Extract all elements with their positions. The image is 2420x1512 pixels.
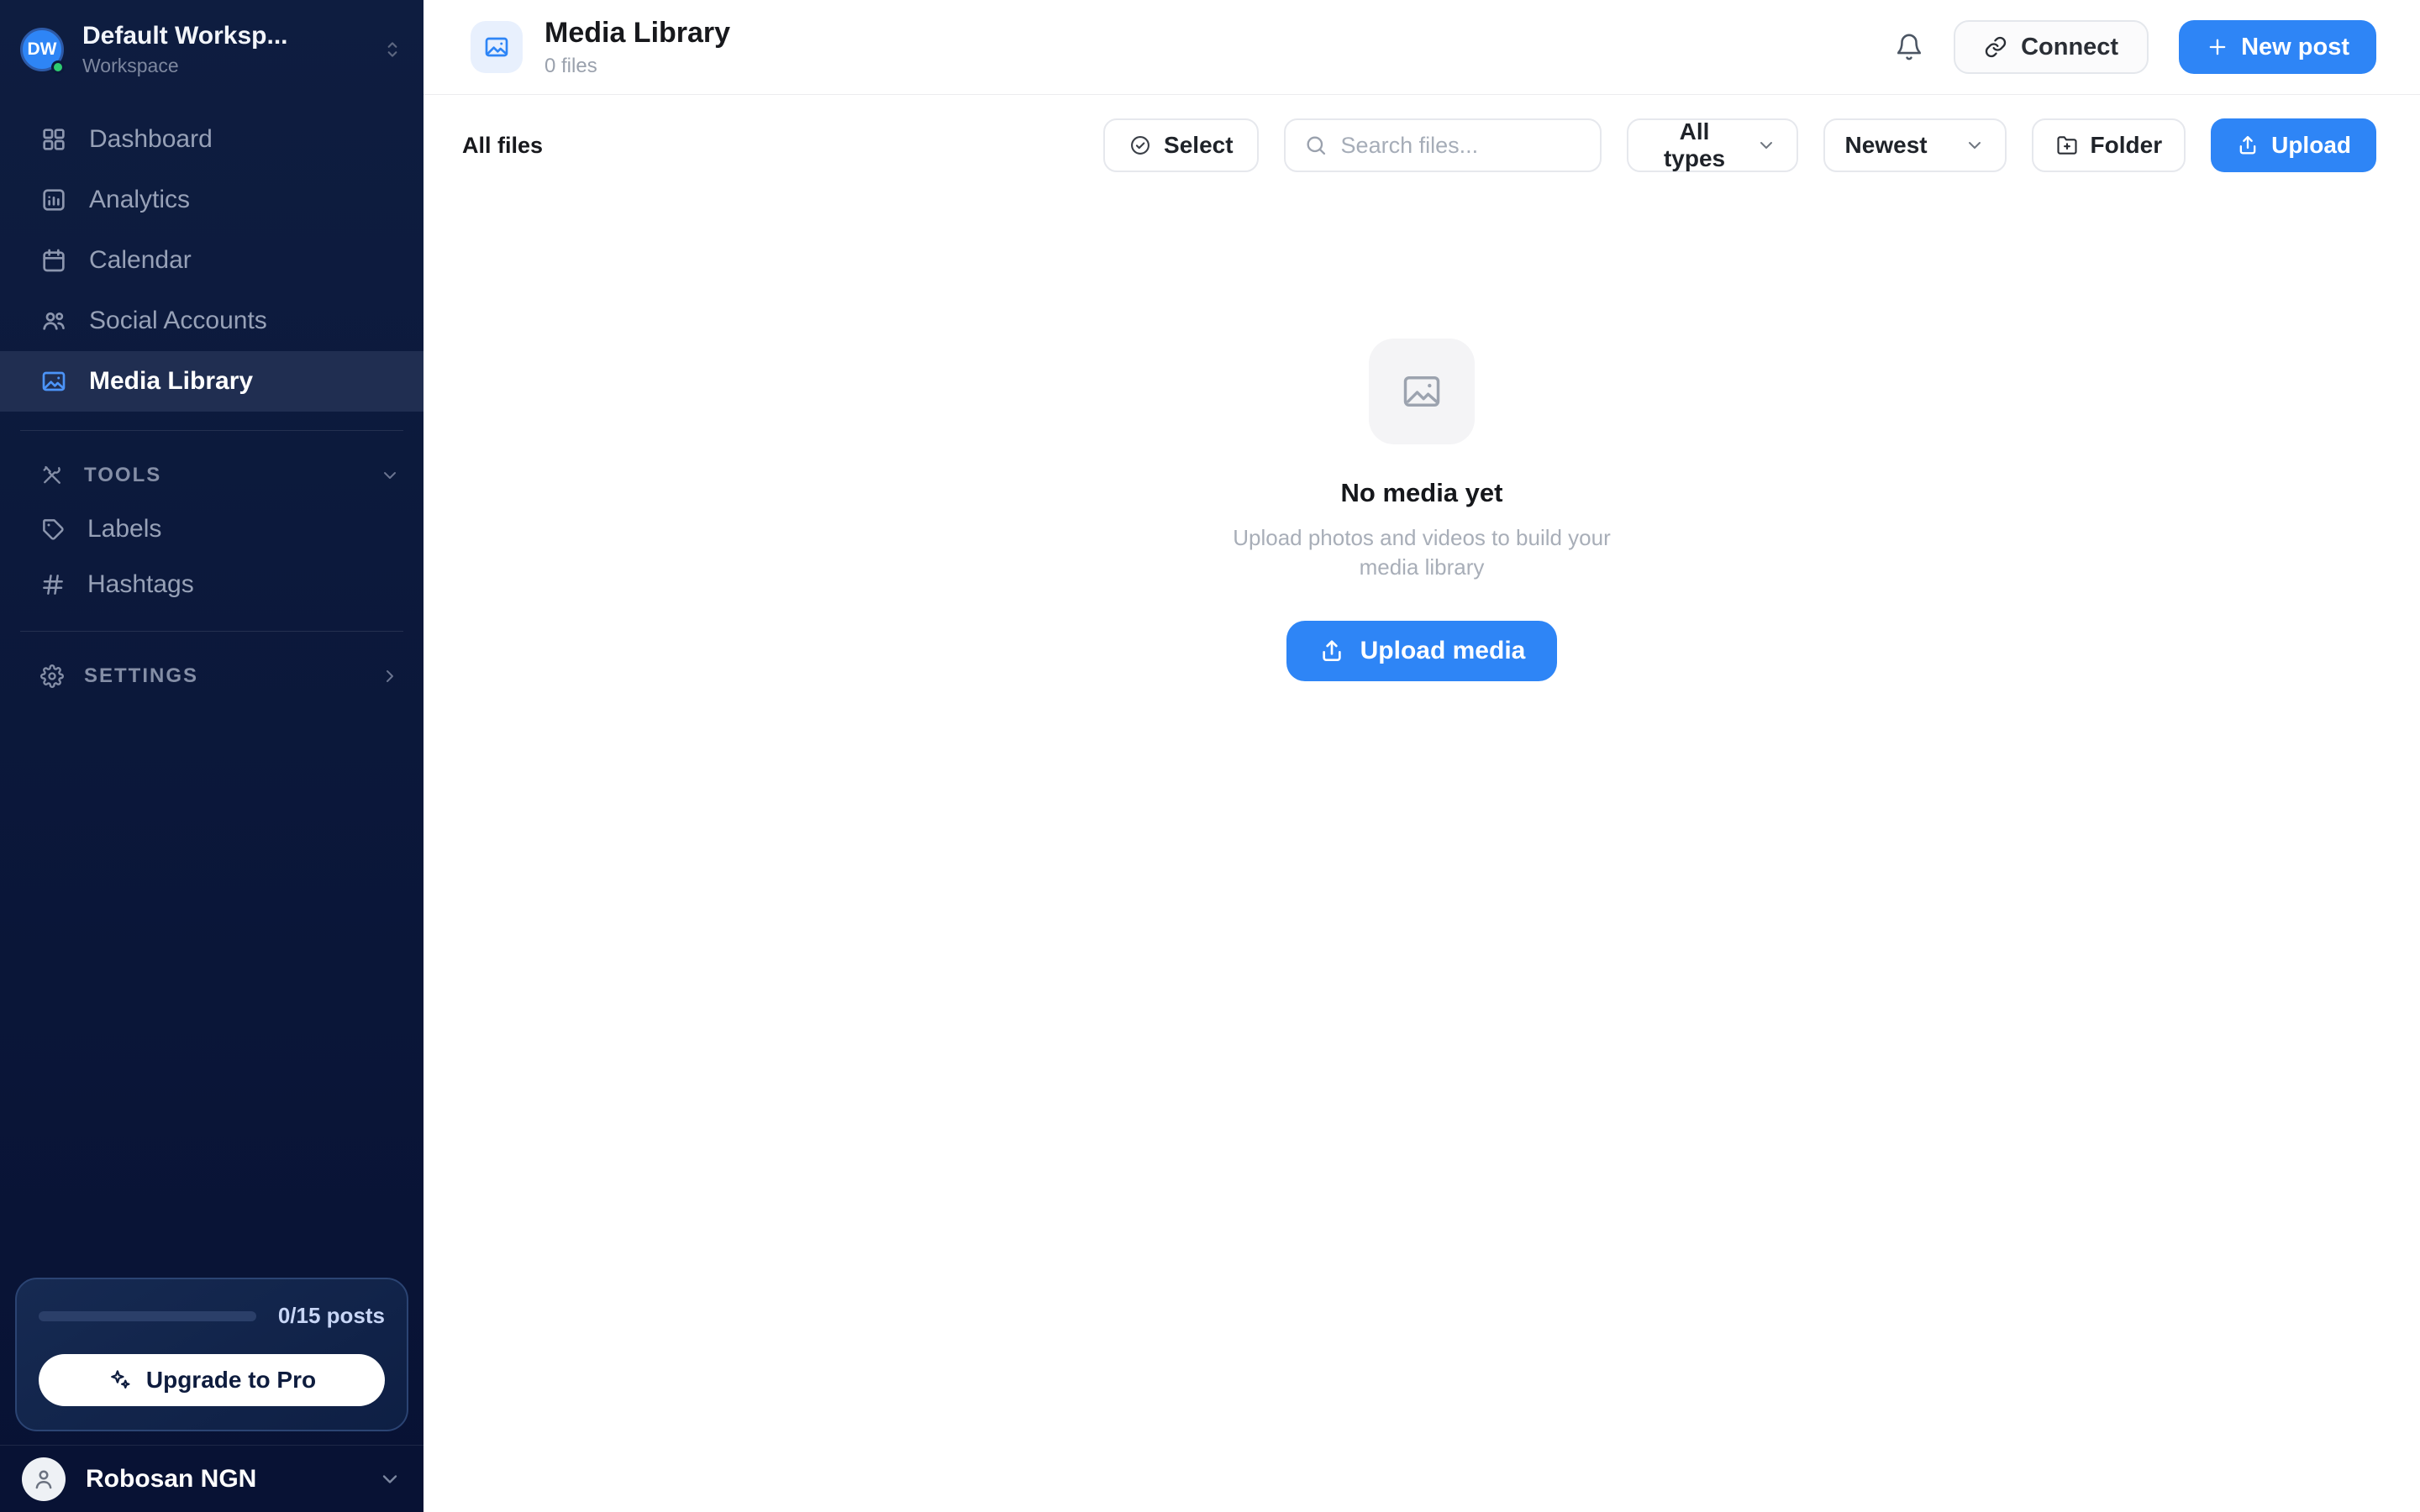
upload-media-button[interactable]: Upload media <box>1286 621 1558 681</box>
user-menu[interactable]: Robosan NGN <box>0 1445 424 1512</box>
check-circle-icon <box>1128 134 1152 157</box>
user-name: Robosan NGN <box>86 1465 256 1494</box>
sidebar-item-labels[interactable]: Labels <box>0 501 424 557</box>
select-button-label: Select <box>1164 132 1234 159</box>
type-filter-value: All types <box>1649 118 1741 172</box>
chevron-down-icon <box>1965 135 1985 155</box>
tools-icon <box>40 464 64 487</box>
sidebar-item-label: Calendar <box>89 246 192 275</box>
app-root: DW Default Worksp... Workspace Dashboard <box>0 0 2420 1512</box>
chevron-down-icon <box>1756 135 1776 155</box>
dashboard-grid-icon <box>40 126 67 153</box>
analytics-chart-icon <box>40 186 67 213</box>
posts-usage-count: 0/15 posts <box>278 1303 385 1329</box>
link-icon <box>1984 35 2007 59</box>
main-content: Media Library 0 files Connect Ne <box>424 0 2420 1512</box>
sidebar-item-media-library[interactable]: Media Library <box>0 351 424 412</box>
sidebar-item-analytics[interactable]: Analytics <box>0 170 424 230</box>
upgrade-to-pro-button[interactable]: Upgrade to Pro <box>39 1354 385 1406</box>
workspace-meta: Default Worksp... Workspace <box>82 22 287 77</box>
upgrade-button-label: Upgrade to Pro <box>146 1367 316 1394</box>
new-folder-button[interactable]: Folder <box>2032 118 2186 172</box>
empty-state: No media yet Upload photos and videos to… <box>424 172 2420 1512</box>
new-post-button-label: New post <box>2241 34 2349 61</box>
sidebar-nav: Dashboard Analytics Calendar Social Acco… <box>0 109 424 412</box>
sort-dropdown[interactable]: Newest <box>1823 118 2007 172</box>
sidebar-item-label: Analytics <box>89 186 190 214</box>
workspace-avatar: DW <box>20 28 64 71</box>
user-icon <box>31 1467 56 1492</box>
upload-button[interactable]: Upload <box>2211 118 2376 172</box>
unfold-icon <box>381 39 403 60</box>
chevron-right-icon <box>380 666 400 686</box>
select-button[interactable]: Select <box>1103 118 1259 172</box>
workspace-avatar-initials: DW <box>28 39 57 60</box>
calendar-icon <box>40 247 67 274</box>
folder-button-label: Folder <box>2091 132 2163 159</box>
sidebar-item-hashtags[interactable]: Hashtags <box>0 557 424 612</box>
empty-state-description: Upload photos and videos to build your m… <box>1224 523 1619 582</box>
sparkles-icon <box>108 1368 133 1393</box>
page-title-block: Media Library 0 files <box>544 17 730 78</box>
section-label: SETTINGS <box>84 664 198 688</box>
new-post-button[interactable]: New post <box>2179 20 2376 74</box>
files-filter-label: All files <box>462 133 543 159</box>
upload-icon <box>1318 638 1345 664</box>
gear-icon <box>40 664 64 688</box>
workspace-name: Default Worksp... <box>82 22 287 50</box>
usage-card: 0/15 posts Upgrade to Pro <box>15 1278 408 1431</box>
page-title: Media Library <box>544 17 730 50</box>
sidebar-item-calendar[interactable]: Calendar <box>0 230 424 291</box>
sidebar-section-tools[interactable]: TOOLS <box>0 449 424 501</box>
empty-media-image-icon <box>1369 339 1475 444</box>
sidebar-item-label: Dashboard <box>89 125 213 154</box>
hash-icon <box>40 572 66 597</box>
online-status-dot <box>51 60 65 74</box>
media-toolbar: All files Select All types <box>424 95 2420 172</box>
usage-progress-row: 0/15 posts <box>39 1303 385 1329</box>
search-icon <box>1304 134 1328 157</box>
social-accounts-icon <box>40 307 67 334</box>
sidebar-item-label: Social Accounts <box>89 307 267 335</box>
notifications-bell-icon[interactable] <box>1895 33 1923 61</box>
tag-icon <box>40 517 66 542</box>
folder-plus-icon <box>2055 134 2079 157</box>
search-box[interactable] <box>1284 118 1602 172</box>
upload-media-button-label: Upload media <box>1360 637 1526 665</box>
workspace-switcher[interactable]: DW Default Worksp... Workspace <box>0 0 424 94</box>
chevron-down-icon <box>378 1467 402 1491</box>
sidebar-spacer <box>0 702 424 1278</box>
section-label: TOOLS <box>84 464 161 487</box>
type-filter-dropdown[interactable]: All types <box>1627 118 1798 172</box>
file-count: 0 files <box>544 55 730 78</box>
page-header-icon <box>471 21 523 73</box>
workspace-type-label: Workspace <box>82 55 287 77</box>
upload-icon <box>2236 134 2260 157</box>
user-avatar <box>22 1457 66 1501</box>
toolbar-controls: Select All types Newest <box>1103 118 2376 172</box>
header-actions: Connect New post <box>1895 20 2376 74</box>
plus-icon <box>2206 35 2229 59</box>
sidebar-item-social-accounts[interactable]: Social Accounts <box>0 291 424 351</box>
sidebar-item-label: Media Library <box>89 367 253 396</box>
media-image-icon <box>40 368 67 395</box>
sidebar-item-dashboard[interactable]: Dashboard <box>0 109 424 170</box>
connect-button[interactable]: Connect <box>1954 20 2149 74</box>
sort-value: Newest <box>1845 132 1928 159</box>
sidebar-divider <box>20 631 403 632</box>
sidebar: DW Default Worksp... Workspace Dashboard <box>0 0 424 1512</box>
sidebar-item-label: Hashtags <box>87 570 194 599</box>
chevron-down-icon <box>380 465 400 486</box>
sidebar-section-settings[interactable]: SETTINGS <box>0 650 424 702</box>
empty-state-title: No media yet <box>1341 478 1503 508</box>
posts-progress-bar <box>39 1311 256 1321</box>
upload-button-label: Upload <box>2271 132 2351 159</box>
media-image-icon <box>483 34 510 60</box>
page-header: Media Library 0 files Connect Ne <box>424 0 2420 95</box>
sidebar-divider <box>20 430 403 431</box>
sidebar-item-label: Labels <box>87 515 161 543</box>
search-input[interactable] <box>1341 133 1581 159</box>
connect-button-label: Connect <box>2021 34 2118 61</box>
